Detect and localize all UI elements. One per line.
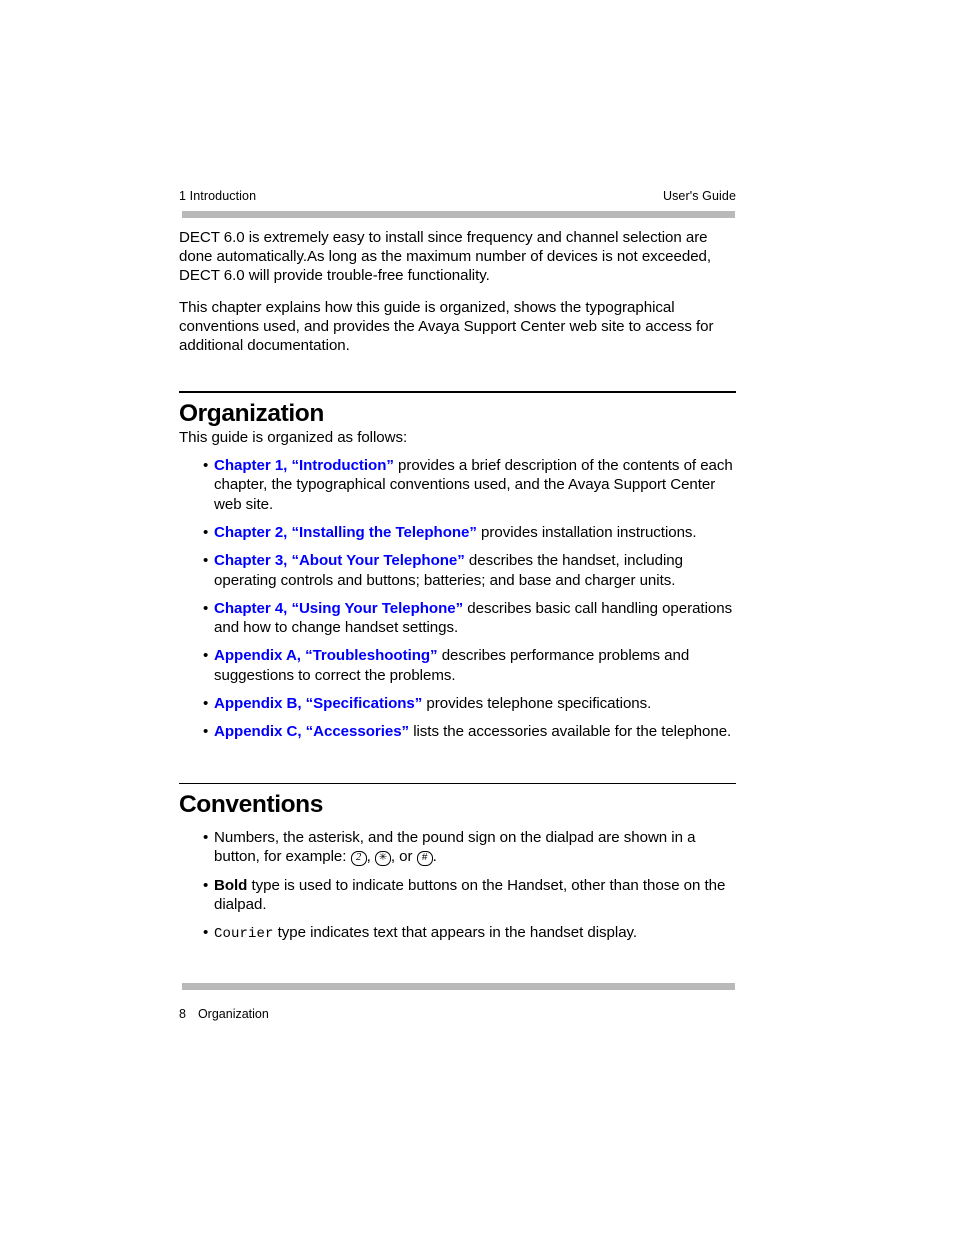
cross-reference-link[interactable]: Chapter 4, “Using Your Telephone”	[214, 600, 463, 617]
list-item: • Bold type is used to indicate buttons o…	[179, 876, 736, 915]
bullet-icon: •	[203, 829, 209, 847]
page-number: 8	[179, 1007, 186, 1021]
footer-divider-bar	[182, 983, 735, 990]
list-item: • Appendix B, “Specifications” provides t…	[179, 694, 736, 713]
conventions-list: • Numbers, the asterisk, and the pound si…	[179, 828, 736, 944]
header-chapter-label: 1 Introduction	[179, 189, 257, 203]
cross-reference-link[interactable]: Chapter 2, “Installing the Telephone”	[214, 524, 477, 541]
list-item: • Courier type indicates text that appear…	[179, 923, 736, 944]
organization-intro: This guide is organized as follows:	[179, 428, 408, 446]
list-item: • Chapter 1, “Introduction” provides a br…	[179, 456, 736, 514]
intro-paragraph-1: DECT 6.0 is extremely easy to install si…	[179, 229, 712, 285]
bullet-icon: •	[203, 599, 209, 617]
bullet-icon: •	[203, 924, 209, 942]
list-item: • Appendix C, “Accessories” lists the acc…	[179, 722, 736, 741]
footer: 8 Organization	[179, 1007, 269, 1022]
bullet-icon: •	[203, 457, 209, 475]
document-page: 1 Introduction User's Guide DECT 6.0 is …	[0, 0, 954, 1235]
header-divider-bar	[182, 211, 735, 218]
cross-reference-link[interactable]: Chapter 1, “Introduction”	[214, 457, 394, 474]
convention-text: Numbers, the asterisk, and the pound sig…	[214, 829, 696, 866]
section-rule-organization	[179, 391, 736, 393]
list-item-text: lists the accessories available for the …	[409, 723, 732, 741]
page-title-organization: Organization	[179, 399, 324, 427]
list-item-text: provides installation instructions.	[476, 523, 697, 541]
section-conventions: Conventions • Numbers, the asterisk, and …	[179, 782, 736, 945]
intro-paragraph-2: This chapter explains how this guide is …	[179, 298, 714, 355]
footer-section-label: Organization	[197, 1007, 269, 1021]
bullet-icon: •	[203, 523, 209, 541]
organization-list: • Chapter 1, “Introduction” provides a br…	[179, 456, 736, 742]
bullet-icon: •	[203, 552, 209, 570]
bold-sample-text: Bold	[214, 876, 248, 894]
cross-reference-link[interactable]: Chapter 3, “About Your Telephone”	[214, 552, 465, 569]
section-rule-conventions	[179, 782, 736, 785]
list-item-text: provides telephone specifications.	[422, 694, 652, 712]
bullet-icon: •	[203, 876, 209, 894]
dialpad-key-pound-icon: #	[416, 851, 433, 866]
list-item: • Appendix A, “Troubleshooting” describes…	[179, 646, 736, 685]
dialpad-key-star-icon: ✳	[374, 851, 391, 866]
cross-reference-link[interactable]: Appendix B, “Specifications”	[214, 695, 422, 712]
bullet-icon: •	[203, 723, 209, 741]
convention-text: type is used to indicate buttons on the …	[214, 876, 726, 914]
running-header: 1 Introduction User's Guide	[179, 189, 736, 204]
list-item: • Chapter 4, “Using Your Telephone” descr…	[179, 599, 736, 638]
list-item: • Chapter 2, “Installing the Telephone” p…	[179, 523, 736, 542]
convention-text-end: .	[432, 848, 437, 866]
section-organization: Organization This guide is organized as …	[179, 391, 736, 741]
header-document-title: User's Guide	[662, 189, 736, 203]
dialpad-key-2-icon: 2	[350, 851, 367, 866]
page-title-conventions: Conventions	[179, 791, 323, 819]
bullet-icon: •	[203, 694, 209, 712]
page-content: DECT 6.0 is extremely easy to install si…	[179, 228, 736, 945]
cross-reference-link[interactable]: Appendix A, “Troubleshooting”	[214, 647, 438, 664]
bullet-icon: •	[203, 647, 209, 665]
convention-separator: , or	[390, 848, 417, 866]
convention-text: type indicates text that appears in the …	[273, 924, 638, 942]
cross-reference-link[interactable]: Appendix C, “Accessories”	[214, 723, 409, 740]
list-item: • Numbers, the asterisk, and the pound si…	[179, 828, 736, 867]
convention-separator: ,	[366, 848, 375, 866]
list-item: • Chapter 3, “About Your Telephone” descr…	[179, 551, 736, 590]
courier-sample-text: Courier	[214, 926, 274, 943]
